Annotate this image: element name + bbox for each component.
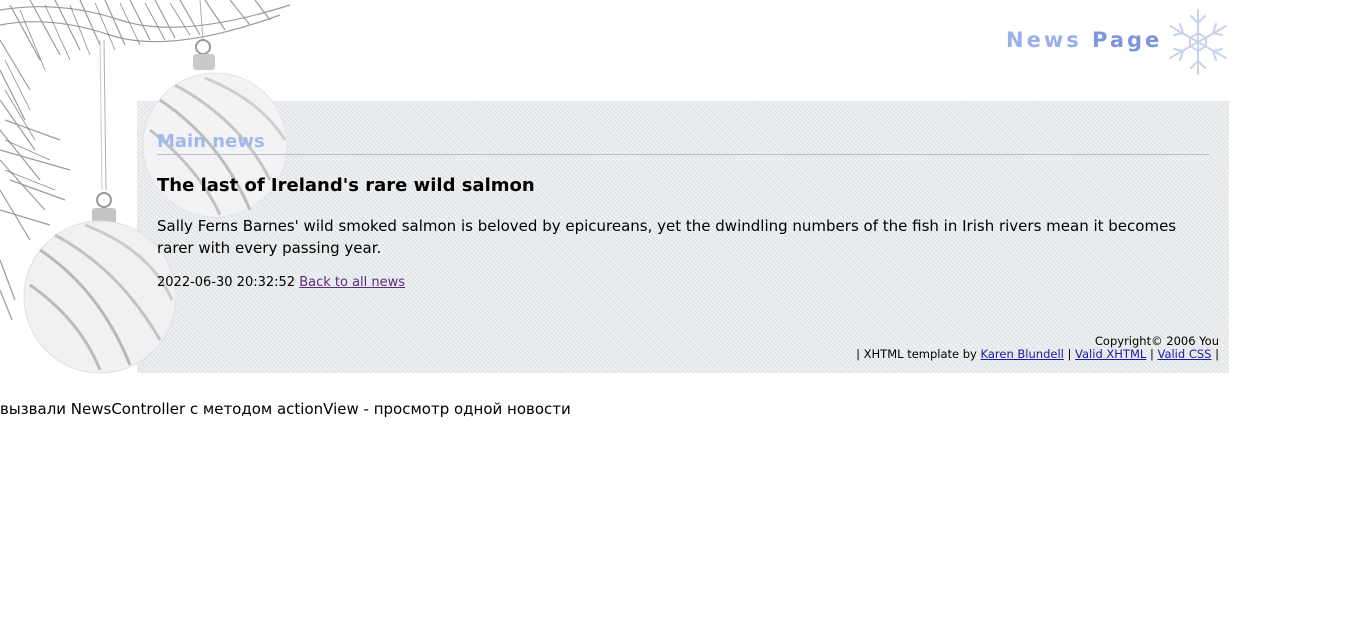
page: News Page Main news The last of Ireland'… [0, 0, 1366, 635]
site-title: News Page [1006, 28, 1162, 52]
main-content: Main news The last of Ireland's rare wil… [157, 131, 1209, 290]
news-timestamp: 2022-06-30 20:32:52 [157, 275, 296, 290]
section-title: Main news [157, 131, 1209, 155]
footer: Copyright© 2006 You | XHTML template by … [856, 335, 1219, 361]
news-body: Sally Ferns Barnes' wild smoked salmon i… [157, 217, 1177, 257]
back-to-all-news-link[interactable]: Back to all news [299, 275, 405, 290]
site-title-part2: Page [1092, 28, 1163, 52]
valid-xhtml-link[interactable]: Valid XHTML [1075, 347, 1146, 361]
separator: | [1067, 347, 1072, 361]
karen-blundell-link[interactable]: Karen Blundell [981, 347, 1064, 361]
valid-css-link[interactable]: Valid CSS [1157, 347, 1211, 361]
site-title-part1: News [1006, 28, 1082, 52]
template-credit: | XHTML template by [856, 347, 977, 361]
news-meta: 2022-06-30 20:32:52 Back to all news [157, 275, 1209, 290]
snowflake-icon [1169, 9, 1227, 75]
news-title: The last of Ireland's rare wild salmon [157, 175, 535, 196]
separator: | [1215, 347, 1219, 361]
footer-links: | XHTML template by Karen Blundell | Val… [856, 348, 1219, 361]
separator: | [1149, 347, 1154, 361]
debug-output-text: вызвали NewsController с методом actionV… [0, 400, 571, 418]
